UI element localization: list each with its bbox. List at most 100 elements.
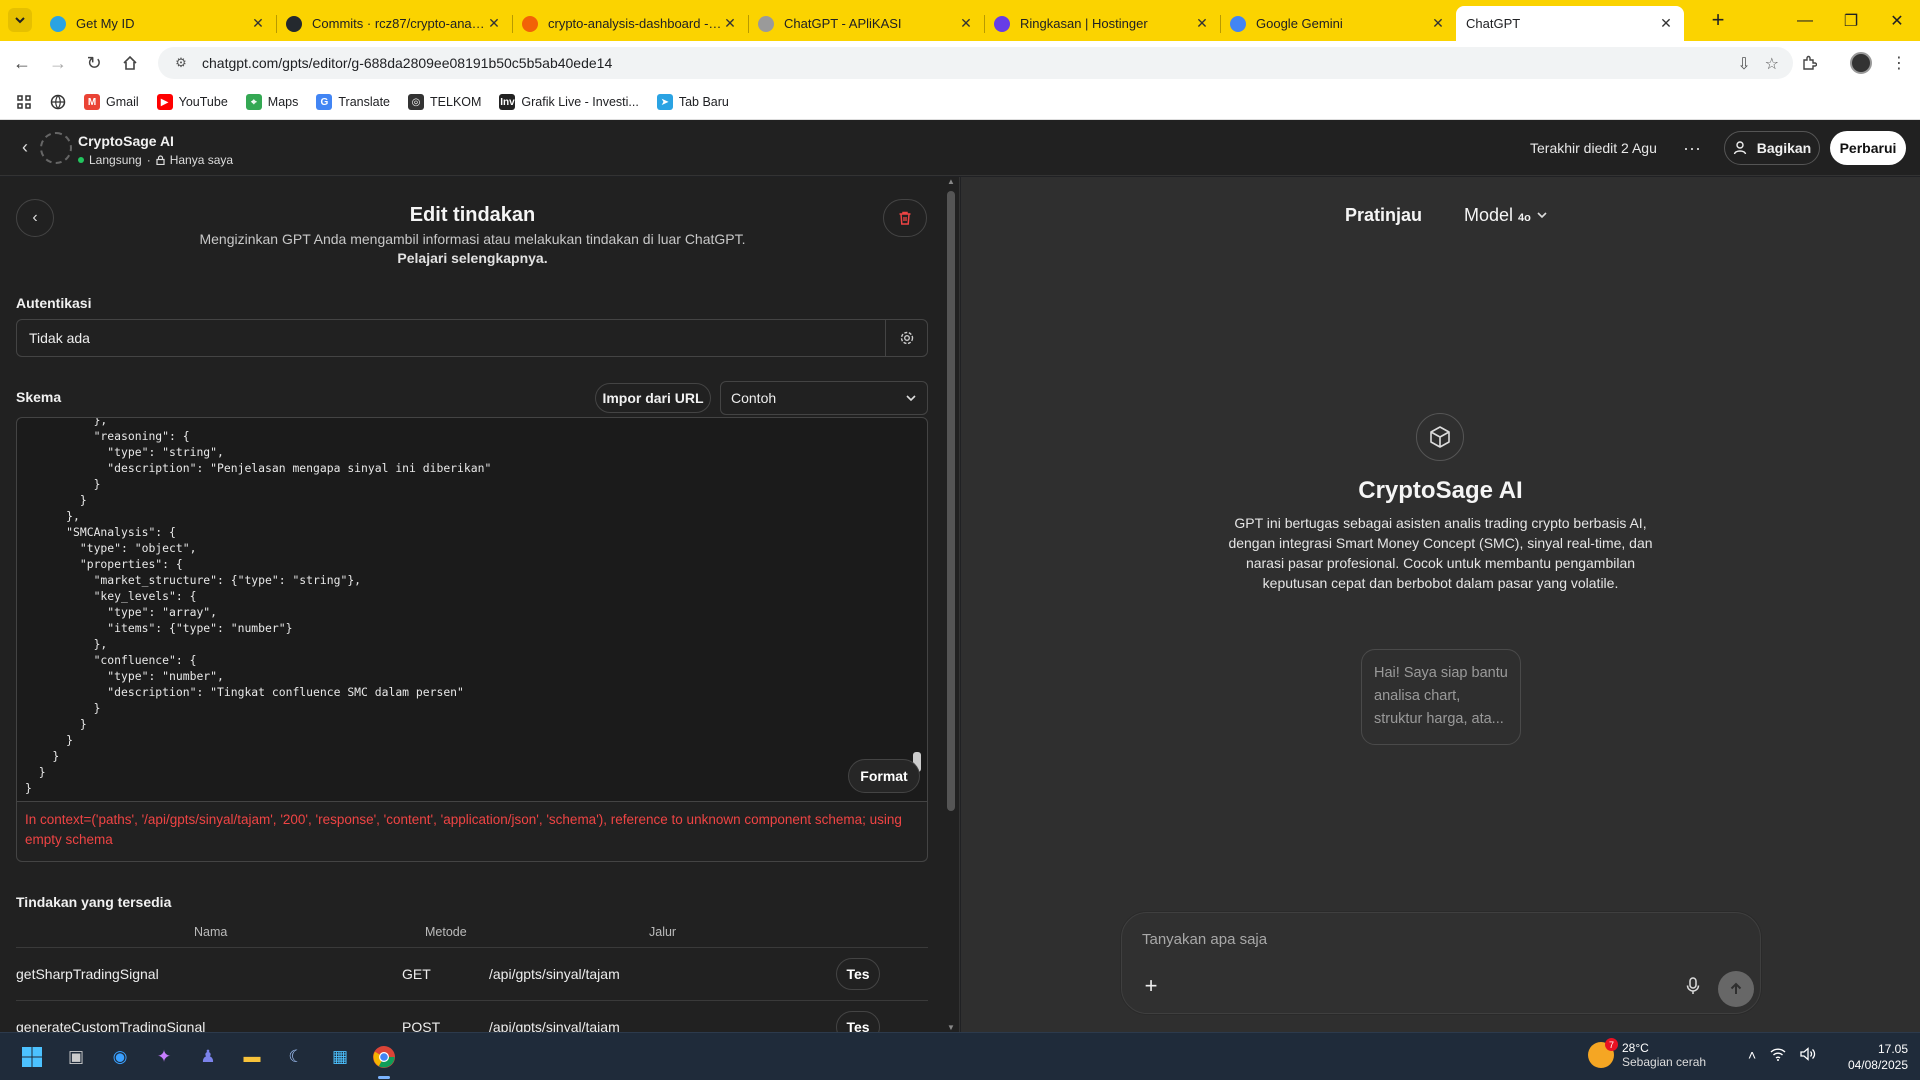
close-tab-icon[interactable]: ✕: [250, 15, 266, 32]
close-tab-icon[interactable]: ✕: [1430, 15, 1446, 32]
scroll-down-arrow-icon[interactable]: ▼: [947, 1023, 955, 1032]
teams-icon[interactable]: ♟: [192, 1041, 224, 1073]
update-button[interactable]: Perbarui: [1830, 131, 1906, 165]
forward-button[interactable]: →: [46, 51, 70, 75]
extensions-button[interactable]: [1796, 50, 1822, 76]
column-header-method: Metode: [425, 925, 467, 939]
scroll-up-arrow-icon[interactable]: ▲: [947, 177, 955, 186]
bookmark-favicon-icon: ⌖: [245, 94, 262, 110]
model-selector[interactable]: Model 4o: [1464, 205, 1548, 226]
bookmark-label: Translate: [338, 95, 391, 109]
bookmark-item[interactable]: ▶ YouTube: [156, 94, 228, 110]
bookmark-item[interactable]: ◎ TELKOM: [408, 94, 481, 110]
tab-title: Commits · rcz87/crypto-analysis: [312, 16, 486, 31]
wifi-icon[interactable]: [1770, 1047, 1786, 1064]
home-button[interactable]: [118, 51, 142, 75]
import-url-button[interactable]: Impor dari URL: [595, 383, 711, 413]
chevron-up-icon[interactable]: ˄: [1748, 1047, 1756, 1064]
apps-button[interactable]: [16, 94, 32, 110]
schema-editor[interactable]: }, "reasoning": { "type": "string", "des…: [16, 417, 928, 802]
tab-title: ChatGPT: [1466, 16, 1521, 31]
weather-widget[interactable]: 7 28°C Sebagian cerah: [1588, 1038, 1706, 1069]
back-button[interactable]: ←: [10, 51, 34, 75]
browser-tab[interactable]: ChatGPT - APliKASI ✕: [748, 6, 984, 41]
address-bar[interactable]: ⚙ chatgpt.com/gpts/editor/g-688da2809ee0…: [158, 47, 1793, 79]
copilot-icon[interactable]: ✦: [148, 1041, 180, 1073]
close-tab-icon[interactable]: ✕: [722, 15, 738, 32]
browser-tab[interactable]: crypto-analysis-dashboard - Re ✕: [512, 6, 748, 41]
person-add-icon: [1733, 141, 1746, 155]
bookmark-favicon-icon: ▶: [156, 94, 173, 110]
minimize-button[interactable]: —: [1782, 0, 1828, 41]
browser-tab[interactable]: Google Gemini ✕: [1220, 6, 1456, 41]
chrome-taskbar-icon[interactable]: [368, 1041, 400, 1079]
store-icon[interactable]: ▦: [324, 1041, 356, 1073]
chrome-menu-button[interactable]: ⋮: [1886, 50, 1912, 76]
delete-action-button[interactable]: [883, 199, 927, 237]
bookmark-item[interactable]: ➤ Tab Baru: [656, 94, 729, 110]
close-tab-icon[interactable]: ✕: [486, 15, 502, 32]
auth-field[interactable]: Tidak ada: [16, 319, 928, 357]
test-action-button[interactable]: Tes: [836, 958, 880, 990]
schema-code[interactable]: }, "reasoning": { "type": "string", "des…: [25, 418, 491, 796]
format-button[interactable]: Format: [848, 759, 920, 793]
browser-tab[interactable]: Commits · rcz87/crypto-analysis ✕: [276, 6, 512, 41]
conversation-starter[interactable]: Hai! Saya siap bantu analisa chart, stru…: [1361, 649, 1521, 745]
tab-search-button[interactable]: [8, 8, 32, 32]
cube-icon: [1430, 426, 1450, 448]
auth-settings-button[interactable]: [885, 320, 927, 356]
browser-tab[interactable]: Get My ID ✕: [40, 6, 276, 41]
browser-tab[interactable]: Ringkasan | Hostinger ✕: [984, 6, 1220, 41]
bookmark-item[interactable]: ⌖ Maps: [245, 94, 298, 110]
share-button[interactable]: Bagikan: [1724, 131, 1820, 165]
restore-button[interactable]: ❐: [1828, 0, 1874, 41]
gpt-logo: [1416, 413, 1464, 461]
file-explorer-icon[interactable]: ▬: [236, 1041, 268, 1073]
chevron-down-icon: [1537, 212, 1547, 219]
bookmark-item[interactable]: M Gmail: [84, 94, 139, 110]
test-action-button[interactable]: Tes: [836, 1011, 880, 1032]
close-tab-icon[interactable]: ✕: [958, 15, 974, 32]
bookmark-item[interactable]: Inv Grafik Live - Investi...: [499, 94, 639, 110]
example-select[interactable]: Contoh: [720, 381, 928, 415]
chat-input[interactable]: Tanyakan apa saja: [1142, 931, 1267, 948]
clock-date: 04/08/2025: [1847, 1058, 1908, 1072]
send-button[interactable]: [1718, 971, 1754, 1007]
close-tab-icon[interactable]: ✕: [1658, 15, 1674, 32]
panel-scrollbar[interactable]: ▲ ▼: [946, 177, 956, 1032]
weather-badge: 7: [1605, 1038, 1618, 1051]
telegram-icon: [50, 15, 66, 32]
schema-scrollbar[interactable]: [913, 422, 921, 794]
install-app-icon[interactable]: ⇩: [1737, 54, 1750, 74]
close-tab-icon[interactable]: ✕: [1194, 15, 1210, 32]
volume-icon[interactable]: [1800, 1047, 1816, 1064]
start-button[interactable]: [16, 1041, 48, 1073]
preview-gpt-title: CryptoSage AI: [1358, 477, 1523, 504]
bookmark-star-icon[interactable]: ☆: [1765, 54, 1779, 74]
address-url: chatgpt.com/gpts/editor/g-688da2809ee081…: [202, 55, 613, 71]
gpt-editor-header: ‹ CryptoSage AI Langsung · Hanya saya Te…: [0, 120, 1920, 176]
new-tab-button[interactable]: +: [1704, 8, 1732, 32]
arrow-up-icon: [1730, 982, 1742, 994]
profile-button[interactable]: [1848, 50, 1874, 76]
clock[interactable]: 17.05 04/08/2025: [1848, 1041, 1908, 1073]
gpt-avatar[interactable]: [40, 132, 72, 164]
action-path: /api/gpts/sinyal/tajam: [489, 966, 620, 982]
close-window-button[interactable]: ✕: [1874, 0, 1920, 41]
back-to-gpts-button[interactable]: ‹: [14, 136, 36, 158]
panel-scroll-thumb[interactable]: [947, 191, 955, 811]
reload-button[interactable]: ↻: [82, 51, 106, 75]
app-icon[interactable]: ☾: [280, 1041, 312, 1073]
edge-icon[interactable]: ◉: [104, 1041, 136, 1073]
browser-tab[interactable]: ChatGPT ✕: [1456, 6, 1684, 41]
dictate-button[interactable]: [1678, 971, 1708, 1001]
bookmark-favicon-icon: M: [84, 94, 100, 110]
site-info-icon[interactable]: ⚙: [172, 54, 190, 72]
learn-more-link[interactable]: Pelajari selengkapnya.: [0, 250, 945, 266]
more-options-button[interactable]: ···: [1678, 134, 1706, 162]
task-view-icon[interactable]: ▣: [60, 1041, 92, 1073]
bookmark-globe[interactable]: [50, 94, 66, 110]
bookmark-item[interactable]: G Translate: [316, 94, 390, 110]
temperature: 28°C: [1622, 1041, 1649, 1055]
attach-button[interactable]: +: [1136, 971, 1166, 1001]
